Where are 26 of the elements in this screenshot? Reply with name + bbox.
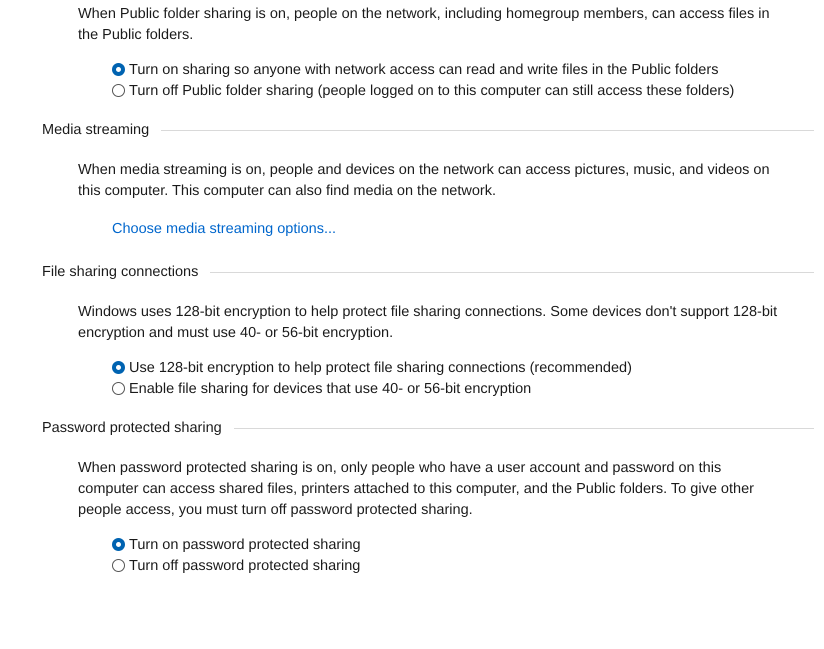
radio-option[interactable]: Turn off password protected sharing (112, 556, 812, 577)
description: When Public folder sharing is on, people on the network, including homegroup members, can access files in the Public folders. (78, 5, 771, 45)
radio-option[interactable]: Turn on sharing so anyone with network access can read and write files in the Public folders (112, 60, 812, 81)
radio-button[interactable] (112, 84, 125, 97)
section-heading: File sharing connections (42, 263, 198, 282)
radio-button[interactable] (112, 382, 125, 395)
option-label: Use 128-bit encryption to help protect file sharing connections (recommended) (129, 359, 632, 378)
section-heading: Password protected sharing (42, 419, 222, 438)
option-label: Turn on password protected sharing (129, 536, 361, 555)
radio-option[interactable]: Use 128-bit encryption to help protect file sharing connections (recommended) (112, 358, 812, 379)
radio-option[interactable]: Turn off Public folder sharing (people logged on to this computer can still access these folders) (112, 81, 812, 102)
section-heading: Media streaming (42, 121, 150, 140)
description: When password protected sharing is on, only people who have a user account and password on this computer can access shared files, printers attached to this computer, and the Public folders. To give other people access, you must turn off password protected sharing. (78, 459, 755, 520)
description: Windows uses 128-bit encryption to help protect file sharing connections. Some devices don't support 128-bit encryption and must use 40- or 56-bit encryption. (78, 303, 778, 343)
option-label: Turn off Public folder sharing (people logged on to this computer can still access these folders) (129, 82, 734, 101)
option-label: Turn off password protected sharing (129, 557, 360, 576)
radio-button[interactable] (112, 559, 125, 572)
radio-button[interactable] (112, 361, 125, 374)
radio-button[interactable] (112, 63, 125, 76)
link[interactable]: Choose media streaming options... (112, 219, 336, 240)
radio-option[interactable]: Enable file sharing for devices that use 40- or 56-bit encryption (112, 379, 812, 400)
radio-button[interactable] (112, 538, 125, 551)
description: When media streaming is on, people and devices on the network can access pictures, music, and videos on this computer. This computer can also find media on the network. (78, 161, 771, 201)
option-label: Turn on sharing so anyone with network access can read and write files in the Public folders (129, 61, 718, 80)
radio-option[interactable]: Turn on password protected sharing (112, 535, 812, 556)
option-label: Enable file sharing for devices that use 40- or 56-bit encryption (129, 380, 532, 399)
